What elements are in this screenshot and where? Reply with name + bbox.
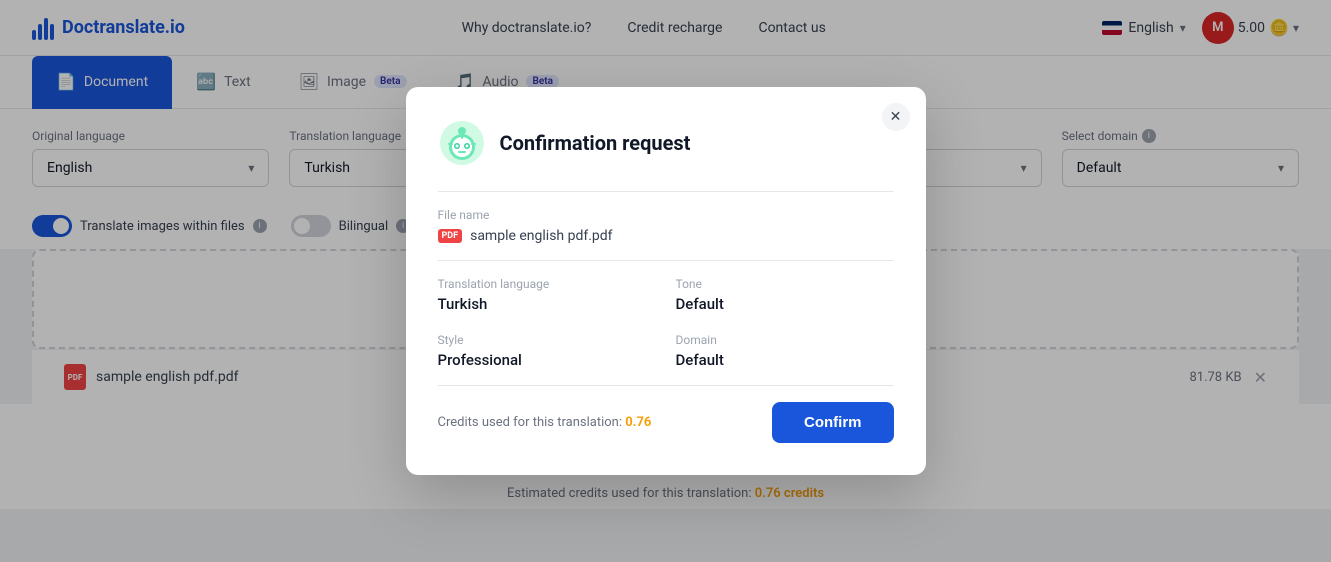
modal-divider (438, 191, 894, 192)
modal-style: Style Professional (438, 333, 656, 369)
modal-footer: Credits used for this translation: 0.76 … (438, 402, 894, 443)
modal-title: Confirmation request (500, 131, 691, 155)
modal-domain-label: Domain (676, 333, 894, 347)
modal-file-label: File name (438, 208, 894, 222)
modal-file-row: PDF sample english pdf.pdf (438, 228, 894, 244)
modal-divider-3 (438, 385, 894, 386)
modal-credits-value: 0.76 (625, 415, 651, 430)
modal-divider-2 (438, 260, 894, 261)
modal-tone-label: Tone (676, 277, 894, 291)
modal-details-grid: Translation language Turkish Tone Defaul… (438, 277, 894, 369)
modal-domain-value: Default (676, 351, 894, 369)
modal-translation-language: Translation language Turkish (438, 277, 656, 313)
modal-tone: Tone Default (676, 277, 894, 313)
confirm-button[interactable]: Confirm (772, 402, 894, 443)
modal-file-section: File name PDF sample english pdf.pdf (438, 208, 894, 244)
modal-translation-language-value: Turkish (438, 295, 656, 313)
modal-close-button[interactable]: ✕ (882, 103, 910, 131)
modal-header: Confirmation request (438, 119, 894, 167)
modal-domain: Domain Default (676, 333, 894, 369)
modal-translation-language-label: Translation language (438, 277, 656, 291)
modal-file-name: sample english pdf.pdf (470, 228, 612, 244)
confirmation-modal: ✕ Confirmation request File name (406, 87, 926, 475)
modal-tone-value: Default (676, 295, 894, 313)
modal-style-value: Professional (438, 351, 656, 369)
modal-style-label: Style (438, 333, 656, 347)
modal-credits-text: Credits used for this translation: 0.76 (438, 415, 652, 430)
modal-overlay[interactable]: ✕ Confirmation request File name (0, 0, 1331, 562)
pdf-badge-icon: PDF (438, 229, 463, 243)
modal-credits-label: Credits used for this translation: (438, 415, 622, 430)
modal-logo-icon (438, 119, 486, 167)
